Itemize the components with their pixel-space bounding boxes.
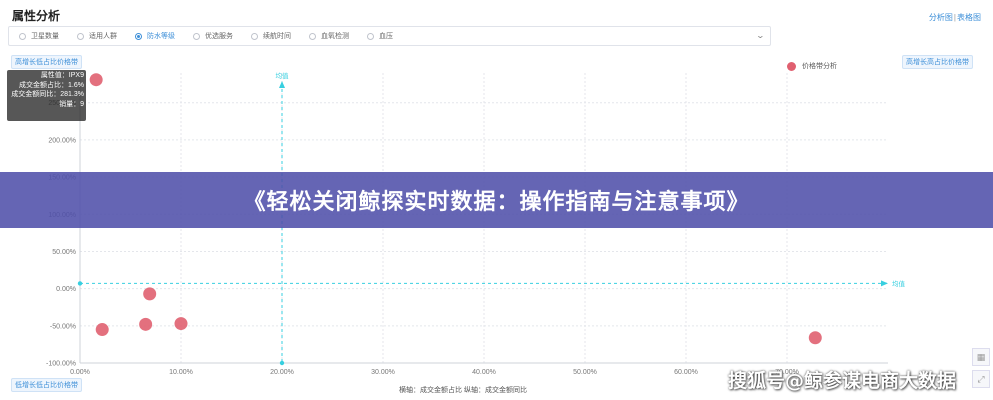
filter-option-label: 血氧检测	[321, 33, 349, 40]
tooltip-line: 属性值：IPX9	[40, 72, 84, 79]
filter-option[interactable]: 防水等级	[135, 31, 175, 41]
filter-option-label: 防水等级	[147, 33, 175, 40]
data-point	[808, 331, 822, 345]
radio-icon[interactable]	[251, 32, 258, 40]
mean-line-anchor	[77, 281, 83, 286]
table-view-link[interactable]: 表格图	[957, 13, 981, 22]
x-tick-label: 40.00%	[472, 369, 496, 376]
point-tooltip: 属性值：IPX9 成交金额占比：1.6% 成交金额同比：281.3% 销量：9	[7, 70, 86, 121]
radio-icon[interactable]	[19, 32, 26, 40]
side-toolbar: ▦ ⤢	[972, 348, 990, 392]
expand-icon[interactable]: ⤢	[972, 370, 990, 388]
x-tick-label: 60.00%	[674, 369, 698, 376]
view-separator: |	[953, 13, 956, 22]
x-tick-label: 20.00%	[270, 369, 294, 376]
watermark-text: 搜狐号@鲸参谋电商大数据	[728, 370, 957, 392]
data-point	[139, 317, 153, 331]
chart-legend[interactable]: 价格带分析	[787, 61, 837, 71]
data-point	[95, 323, 109, 337]
x-tick-label: 30.00%	[371, 369, 395, 376]
analysis-view-link[interactable]: 分析图	[929, 13, 953, 22]
view-switch: 分析图|表格图	[929, 12, 981, 23]
grid-icon[interactable]: ▦	[972, 348, 990, 366]
tooltip-line: 成交金额同比：281.3%	[11, 91, 84, 98]
filter-option[interactable]: 续航时间	[251, 31, 291, 41]
radio-icon[interactable]	[135, 32, 142, 40]
filter-option[interactable]: 血氧检测	[309, 31, 349, 41]
y-tick-label: 0.00%	[56, 286, 76, 293]
mean-line-label: 均值	[276, 71, 290, 80]
filter-option-label: 优选服务	[205, 33, 233, 40]
y-tick-label: 50.00%	[52, 249, 76, 256]
data-point	[143, 287, 157, 301]
arrow-up-icon	[279, 81, 285, 88]
y-tick-label: -50.00%	[50, 323, 76, 330]
x-axis-label: 横轴：成交金额占比 纵轴：成交金额同比	[399, 387, 527, 394]
radio-icon[interactable]	[77, 32, 84, 40]
legend-marker	[787, 61, 796, 71]
chevron-down-icon[interactable]: ⌄	[756, 31, 765, 40]
data-point	[89, 73, 103, 87]
tooltip-line: 销量：9	[59, 100, 84, 108]
filter-option-label: 卫星数量	[31, 33, 59, 40]
filter-option[interactable]: 优选服务	[193, 31, 233, 41]
tooltip-line: 成交金额占比：1.6%	[19, 81, 84, 89]
arrow-right-icon	[881, 280, 888, 287]
filter-option-label: 续航时间	[263, 33, 291, 40]
page-title: 属性分析	[12, 9, 61, 23]
filter-option[interactable]: 血压	[367, 31, 393, 41]
data-point	[174, 317, 188, 331]
filter-option[interactable]: 卫星数量	[19, 31, 59, 41]
legend-label: 价格带分析	[802, 63, 837, 70]
y-tick-label: 200.00%	[48, 137, 76, 144]
attribute-filter-bar: 卫星数量 适用人群 防水等级 优选服务 续航时间 血氧检测 血压 ⌄	[8, 26, 771, 46]
filter-option-label: 适用人群	[89, 33, 117, 40]
overlay-banner: 《轻松关闭鲸探实时数据：操作指南与注意事项》	[0, 172, 993, 228]
x-tick-label: 10.00%	[169, 369, 193, 376]
x-tick-label: 50.00%	[573, 369, 597, 376]
x-tick-label: 0.00%	[70, 369, 90, 376]
quadrant-label-bottom-left: 低增长低占比价格带	[11, 378, 82, 392]
mean-line-anchor	[279, 360, 285, 366]
quadrant-label-top-right: 高增长高占比价格带	[902, 55, 973, 69]
y-tick-label: -100.00%	[46, 361, 76, 368]
mean-line-label: 均值	[892, 279, 906, 288]
radio-icon[interactable]	[193, 32, 200, 40]
quadrant-label-top-left: 高增长低占比价格带	[11, 55, 82, 69]
radio-icon[interactable]	[367, 32, 374, 40]
filter-option-label: 血压	[379, 33, 393, 40]
radio-icon[interactable]	[309, 32, 316, 40]
filter-option[interactable]: 适用人群	[77, 31, 117, 41]
